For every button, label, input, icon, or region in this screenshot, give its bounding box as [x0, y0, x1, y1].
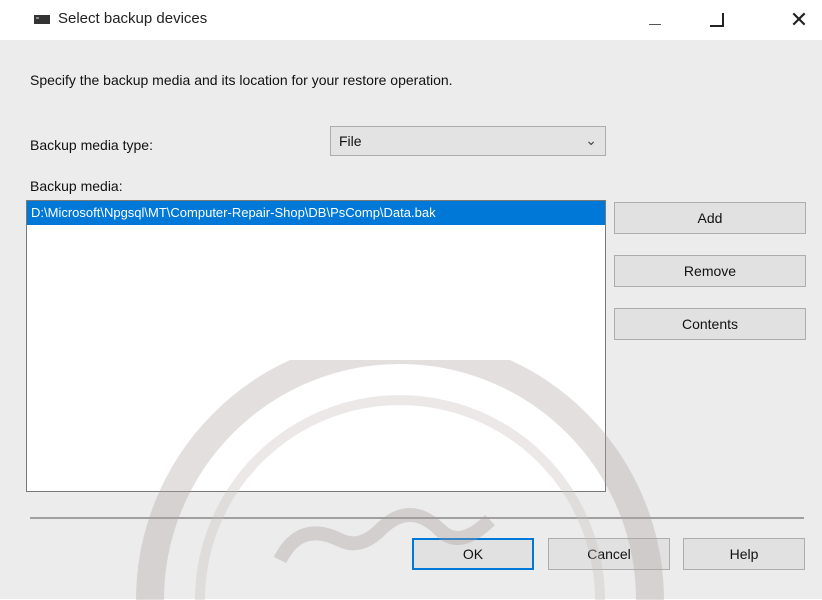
dialog-body: Specify the backup media and its locatio…	[0, 40, 822, 599]
media-type-label: Backup media type:	[30, 137, 153, 153]
instruction-text: Specify the backup media and its locatio…	[30, 72, 453, 88]
divider	[30, 517, 804, 519]
list-item[interactable]: D:\Microsoft\Npgsql\MT\Computer-Repair-S…	[27, 201, 605, 225]
maximize-button[interactable]	[694, 0, 740, 40]
add-button[interactable]: Add	[614, 202, 806, 234]
window-title: Select backup devices	[58, 10, 208, 27]
minimize-icon	[649, 23, 661, 25]
media-type-dropdown[interactable]: File ⌄	[330, 126, 606, 156]
media-list[interactable]: D:\Microsoft\Npgsql\MT\Computer-Repair-S…	[26, 200, 606, 492]
help-button[interactable]: Help	[683, 538, 805, 570]
remove-button[interactable]: Remove	[614, 255, 806, 287]
title-bar: Select backup devices ✕	[0, 0, 822, 40]
maximize-icon	[710, 13, 724, 27]
chevron-down-icon: ⌄	[585, 132, 597, 148]
close-button[interactable]: ✕	[776, 0, 822, 40]
contents-button[interactable]: Contents	[614, 308, 806, 340]
media-list-label: Backup media:	[30, 178, 123, 194]
drive-icon	[34, 15, 50, 24]
minimize-button[interactable]	[632, 0, 678, 40]
media-type-value: File	[339, 133, 362, 149]
cancel-button[interactable]: Cancel	[548, 538, 670, 570]
close-icon: ✕	[789, 7, 809, 32]
ok-button[interactable]: OK	[412, 538, 534, 570]
